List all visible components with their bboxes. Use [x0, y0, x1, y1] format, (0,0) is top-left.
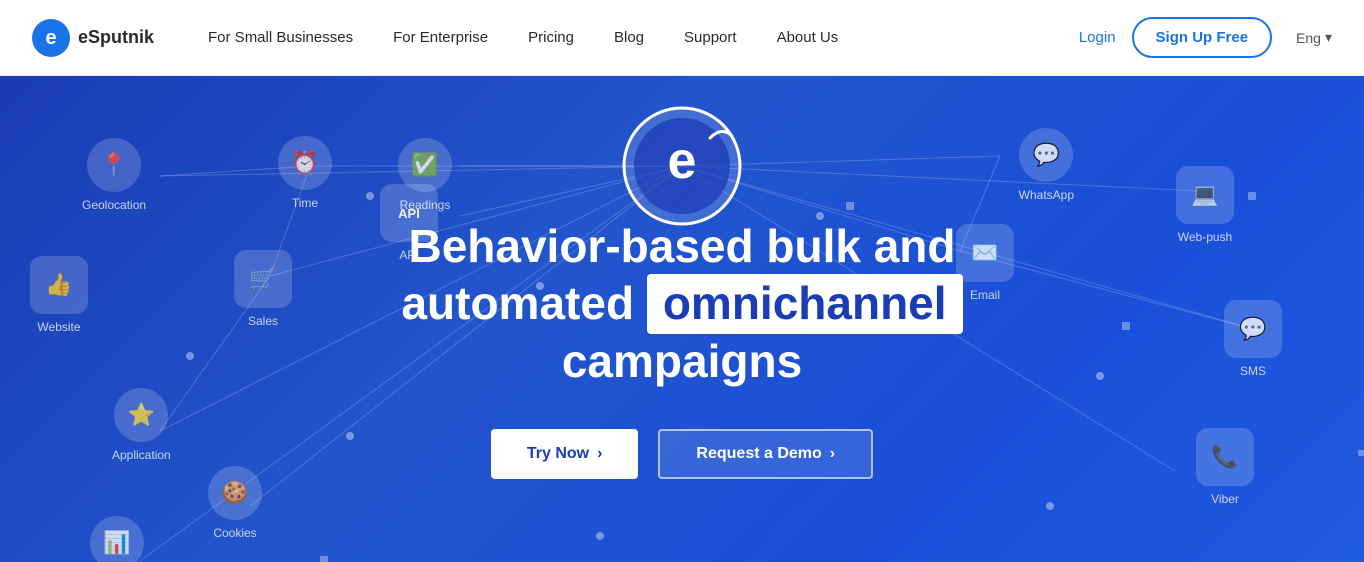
nav-item-blog[interactable]: Blog	[596, 21, 662, 54]
hero-title: Behavior-based bulk and automated omnich…	[302, 219, 1062, 389]
viber-label: Viber	[1211, 492, 1239, 506]
hero-content: Behavior-based bulk and automated omnich…	[302, 219, 1062, 479]
channel-sms: 💬 SMS	[1224, 300, 1282, 378]
navbar: e eSputnik For Small Businesses For Ente…	[0, 0, 1364, 76]
chevron-down-icon: ▾	[1325, 29, 1332, 46]
chevron-right-icon-demo: ›	[830, 445, 835, 463]
brand-logo[interactable]: e eSputnik	[32, 19, 154, 57]
cookies-label: Cookies	[213, 526, 256, 540]
channel-whatsapp: 💬 WhatsApp	[1019, 128, 1074, 202]
channel-geolocation: 📍 Geolocation	[82, 138, 146, 212]
channel-time: ⏰ Time	[278, 136, 332, 210]
sales-label: Sales	[248, 314, 278, 328]
channel-website: 👍 Website	[30, 256, 88, 334]
channel-cookies: 🍪 Cookies	[208, 466, 262, 540]
language-selector[interactable]: Eng ▾	[1296, 29, 1332, 46]
center-logo: e	[622, 106, 742, 226]
time-label: Time	[292, 196, 318, 210]
hero-title-line2-before: automated	[401, 277, 646, 329]
geolocation-label: Geolocation	[82, 198, 146, 212]
signup-button[interactable]: Sign Up Free	[1132, 17, 1273, 58]
channel-application: ⭐ Application	[112, 388, 171, 462]
channel-viber: 📞 Viber	[1196, 428, 1254, 506]
website-label: Website	[37, 320, 80, 334]
hero-title-highlight: omnichannel	[647, 274, 963, 333]
try-now-button[interactable]: Try Now ›	[491, 429, 639, 479]
channel-analytics: 📊 Analytics	[90, 516, 144, 562]
login-link[interactable]: Login	[1079, 29, 1116, 46]
hero-section: e 📍 Geolocation ⏰ Time ✅ Readings API AP…	[0, 76, 1364, 562]
whatsapp-icon-box: 💬	[1019, 128, 1073, 182]
sms-icon-box: 💬	[1224, 300, 1282, 358]
request-demo-button[interactable]: Request a Demo ›	[658, 429, 873, 479]
brand-name: eSputnik	[78, 27, 154, 48]
nav-item-support[interactable]: Support	[666, 21, 755, 54]
sales-icon-box: 🛒	[234, 250, 292, 308]
channel-webpush: 💻 Web-push	[1176, 166, 1234, 244]
cookies-icon-box: 🍪	[208, 466, 262, 520]
hero-title-line2-after: campaigns	[562, 335, 802, 387]
whatsapp-label: WhatsApp	[1019, 188, 1074, 202]
webpush-icon-box: 💻	[1176, 166, 1234, 224]
nav-item-pricing[interactable]: Pricing	[510, 21, 592, 54]
chevron-right-icon: ›	[597, 445, 602, 463]
svg-text:e: e	[668, 132, 697, 190]
navbar-right: Login Sign Up Free Eng ▾	[1079, 17, 1332, 58]
application-icon-box: ⭐	[114, 388, 168, 442]
sms-label: SMS	[1240, 364, 1266, 378]
svg-text:e: e	[45, 27, 56, 49]
webpush-label: Web-push	[1178, 230, 1232, 244]
nav-item-for-enterprise[interactable]: For Enterprise	[375, 21, 506, 54]
hero-title-line1: Behavior-based bulk and	[408, 220, 955, 272]
analytics-icon-box: 📊	[90, 516, 144, 562]
nav-item-for-small-businesses[interactable]: For Small Businesses	[190, 21, 371, 54]
application-label: Application	[112, 448, 171, 462]
channel-sales: 🛒 Sales	[234, 250, 292, 328]
nav-links: For Small Businesses For Enterprise Pric…	[190, 21, 1079, 54]
geolocation-icon-box: 📍	[87, 138, 141, 192]
brand-icon: e	[32, 19, 70, 57]
language-label: Eng	[1296, 30, 1321, 46]
website-icon-box: 👍	[30, 256, 88, 314]
hero-buttons: Try Now › Request a Demo ›	[302, 429, 1062, 479]
time-icon-box: ⏰	[278, 136, 332, 190]
viber-icon-box: 📞	[1196, 428, 1254, 486]
nav-item-about-us[interactable]: About Us	[759, 21, 857, 54]
